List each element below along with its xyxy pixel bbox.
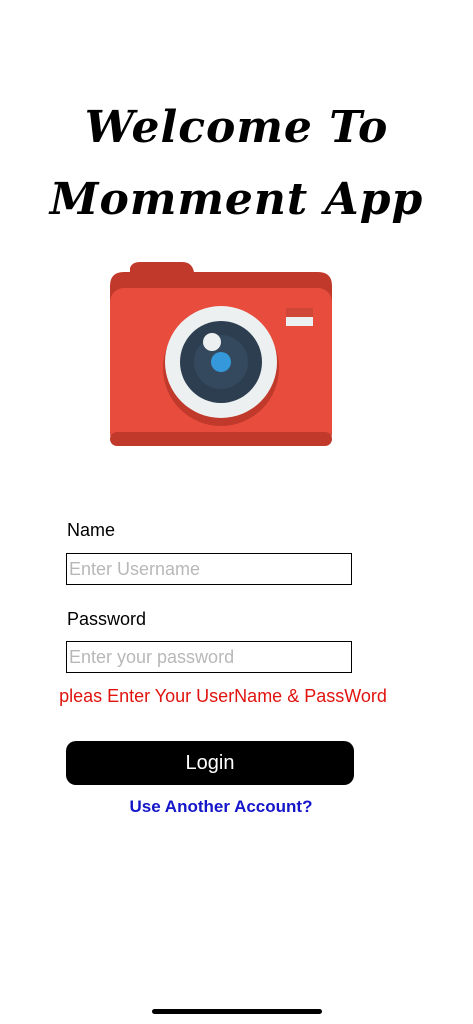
password-label: Password [67, 609, 147, 629]
username-input[interactable] [66, 553, 352, 585]
welcome-title-line-1: Welcome To [84, 102, 389, 153]
welcome-title-line-2: Momment App [49, 174, 424, 225]
use-another-account-link[interactable]: Use Another Account? [66, 797, 376, 817]
welcome-title: Welcome To Momment App [0, 92, 473, 236]
camera-icon [110, 262, 332, 446]
home-indicator [152, 1009, 322, 1014]
name-label: Name [67, 520, 116, 540]
password-input[interactable] [66, 641, 352, 673]
login-button[interactable]: Login [66, 741, 354, 785]
error-message: pleas Enter Your UserName & PassWord [59, 686, 387, 706]
